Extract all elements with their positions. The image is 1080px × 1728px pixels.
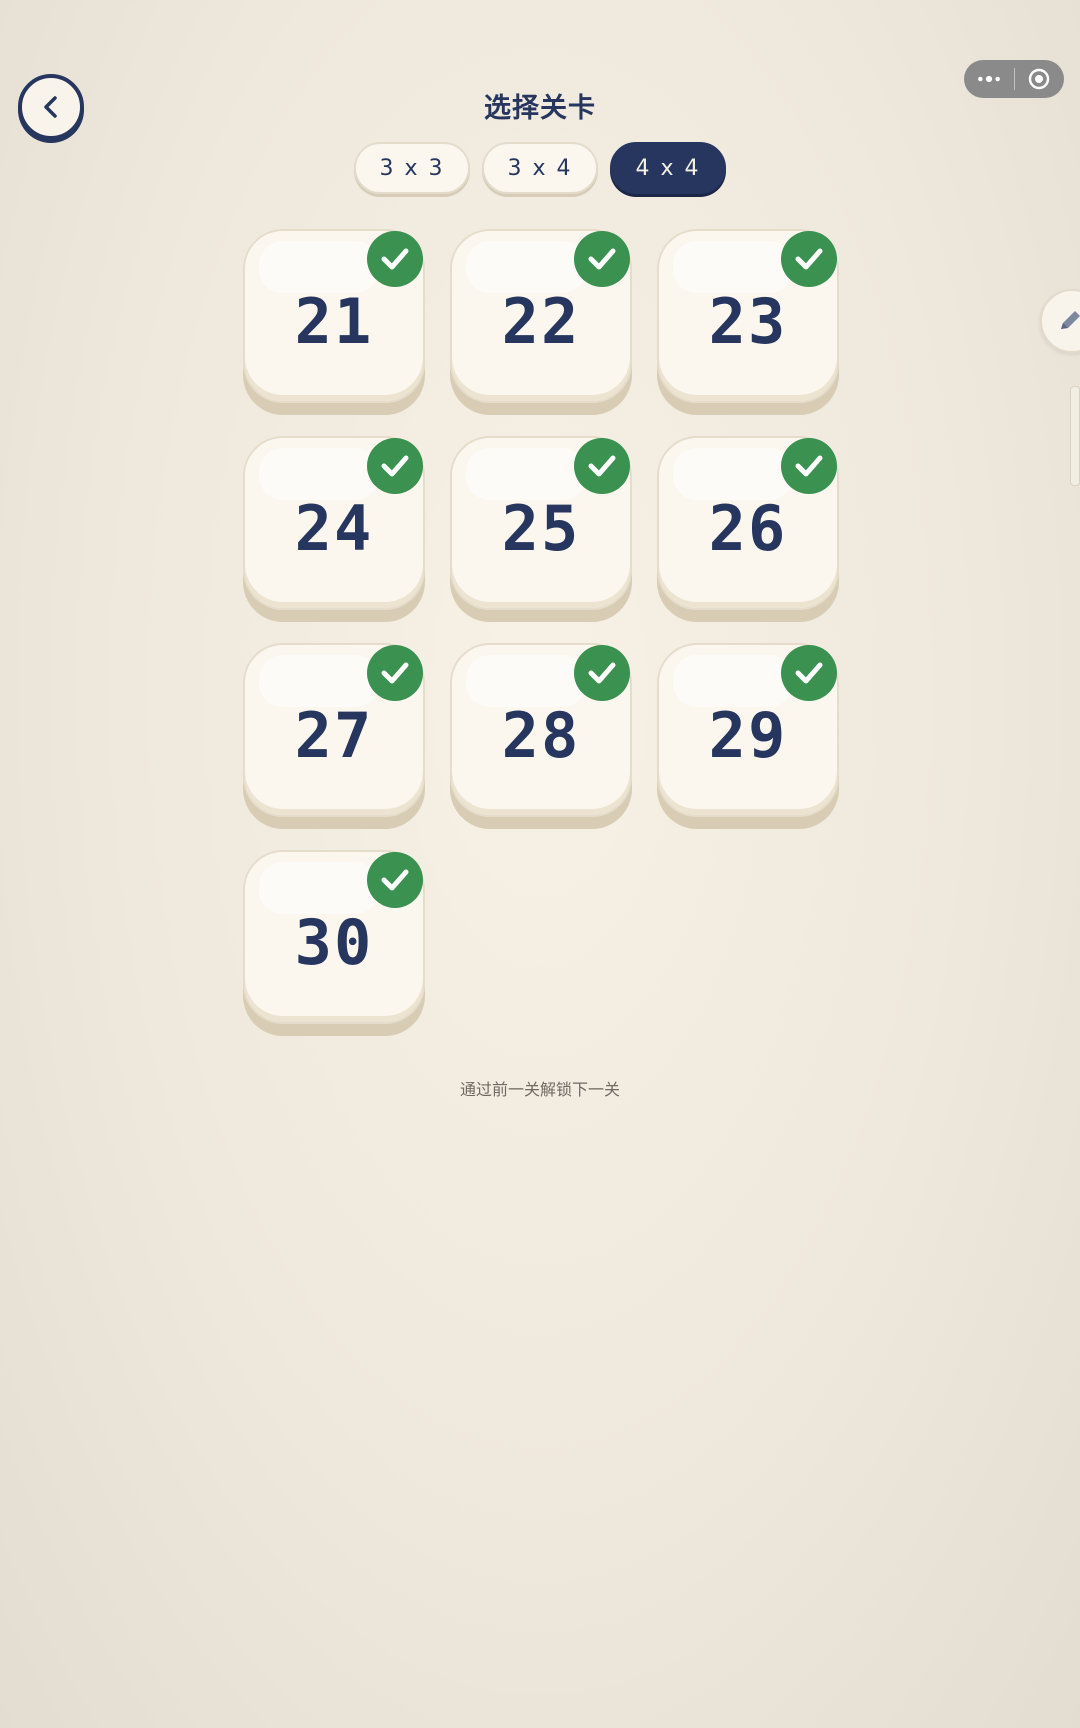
- completed-check-icon: [574, 231, 630, 287]
- close-button[interactable]: [1015, 60, 1065, 98]
- level-number: 30: [294, 906, 374, 979]
- level-tile[interactable]: 25: [450, 436, 632, 622]
- level-number: 23: [708, 285, 788, 358]
- completed-check-icon: [367, 231, 423, 287]
- level-tile[interactable]: 26: [657, 436, 839, 622]
- completed-check-icon: [367, 645, 423, 701]
- level-tile[interactable]: 21: [243, 229, 425, 415]
- completed-check-icon: [574, 438, 630, 494]
- completed-check-icon: [781, 231, 837, 287]
- level-number: 29: [708, 699, 788, 772]
- level-tile[interactable]: 22: [450, 229, 632, 415]
- page-title: 选择关卡: [484, 93, 596, 124]
- level-tile[interactable]: 27: [243, 643, 425, 829]
- more-button[interactable]: [964, 60, 1014, 98]
- completed-check-icon: [781, 645, 837, 701]
- tab-3x4[interactable]: 3 x 4: [482, 142, 598, 194]
- level-number: 26: [708, 492, 788, 565]
- more-dots-icon: [977, 75, 1000, 83]
- completed-check-icon: [367, 852, 423, 908]
- grid-size-tabs: 3 x 3 3 x 4 4 x 4: [354, 142, 726, 194]
- unlock-hint: 通过前一关解锁下一关: [459, 1080, 620, 1099]
- pencil-icon: [1061, 311, 1080, 329]
- level-number: 27: [294, 699, 374, 772]
- target-circle-icon: [1029, 68, 1050, 90]
- level-number: 25: [501, 492, 581, 565]
- level-tile[interactable]: 29: [657, 643, 839, 829]
- side-scrollbar[interactable]: [1070, 386, 1080, 486]
- level-number: 24: [294, 492, 374, 565]
- level-tile[interactable]: 30: [243, 850, 425, 1036]
- level-tile[interactable]: 23: [657, 229, 839, 415]
- side-edit-button[interactable]: [1040, 289, 1080, 353]
- completed-check-icon: [781, 438, 837, 494]
- completed-check-icon: [367, 438, 423, 494]
- mini-program-capsule: [964, 60, 1064, 98]
- level-tile[interactable]: 24: [243, 436, 425, 622]
- completed-check-icon: [574, 645, 630, 701]
- level-number: 28: [501, 699, 581, 772]
- level-number: 21: [294, 285, 374, 358]
- tab-4x4[interactable]: 4 x 4: [610, 142, 726, 194]
- level-tile[interactable]: 28: [450, 643, 632, 829]
- tab-3x3[interactable]: 3 x 3: [354, 142, 470, 194]
- level-number: 22: [501, 285, 581, 358]
